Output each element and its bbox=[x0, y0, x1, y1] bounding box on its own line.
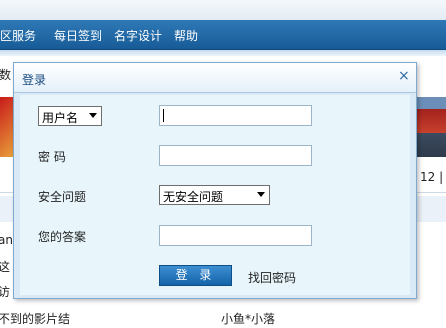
list-item[interactable]: 这 bbox=[0, 258, 10, 275]
banner-image-right bbox=[417, 97, 446, 157]
password-label: 密 码 bbox=[38, 150, 66, 164]
pager-text[interactable]: 12 | bbox=[420, 170, 443, 184]
close-icon[interactable]: × bbox=[398, 69, 410, 83]
list-item[interactable]: 访 bbox=[0, 283, 10, 300]
banner-image-left bbox=[0, 97, 14, 157]
username-input[interactable] bbox=[159, 105, 312, 126]
login-dialog: 登录 × bbox=[13, 62, 417, 299]
nav-item-name-design[interactable]: 名字设计 bbox=[114, 27, 162, 44]
background-text-fragment: 数 bbox=[0, 68, 12, 82]
answer-input[interactable] bbox=[159, 225, 312, 246]
sub-bar bbox=[0, 50, 446, 56]
password-input[interactable] bbox=[159, 145, 312, 166]
nav-item-help[interactable]: 帮助 bbox=[174, 27, 198, 44]
login-type-value: 用户名 bbox=[42, 111, 79, 125]
list-item[interactable]: an bbox=[0, 233, 13, 247]
list-item-author[interactable]: 小鱼*小落 bbox=[221, 310, 275, 327]
dialog-header: 登录 × bbox=[14, 63, 416, 93]
nav-item-daily-checkin[interactable]: 每日签到 bbox=[54, 27, 102, 44]
chevron-down-icon bbox=[257, 192, 265, 197]
login-button[interactable]: 登 录 bbox=[159, 265, 232, 286]
security-question-select[interactable]: 无安全问题 bbox=[159, 185, 270, 205]
login-type-select[interactable]: 用户名 bbox=[38, 106, 102, 126]
chevron-down-icon bbox=[89, 113, 97, 118]
text-cursor bbox=[163, 109, 164, 122]
answer-label: 您的答案 bbox=[38, 230, 87, 244]
main-nav: 社区服务 每日签到 名字设计 帮助 bbox=[0, 20, 446, 50]
security-question-label: 安全问题 bbox=[38, 190, 87, 204]
list-item[interactable]: 不到的影片结 bbox=[0, 310, 70, 327]
top-strip bbox=[0, 0, 446, 20]
dialog-title: 登录 bbox=[22, 73, 47, 87]
security-question-value: 无安全问题 bbox=[163, 190, 224, 204]
nav-item-community-services[interactable]: 社区服务 bbox=[0, 27, 36, 44]
forgot-password-link[interactable]: 找回密码 bbox=[248, 269, 296, 286]
